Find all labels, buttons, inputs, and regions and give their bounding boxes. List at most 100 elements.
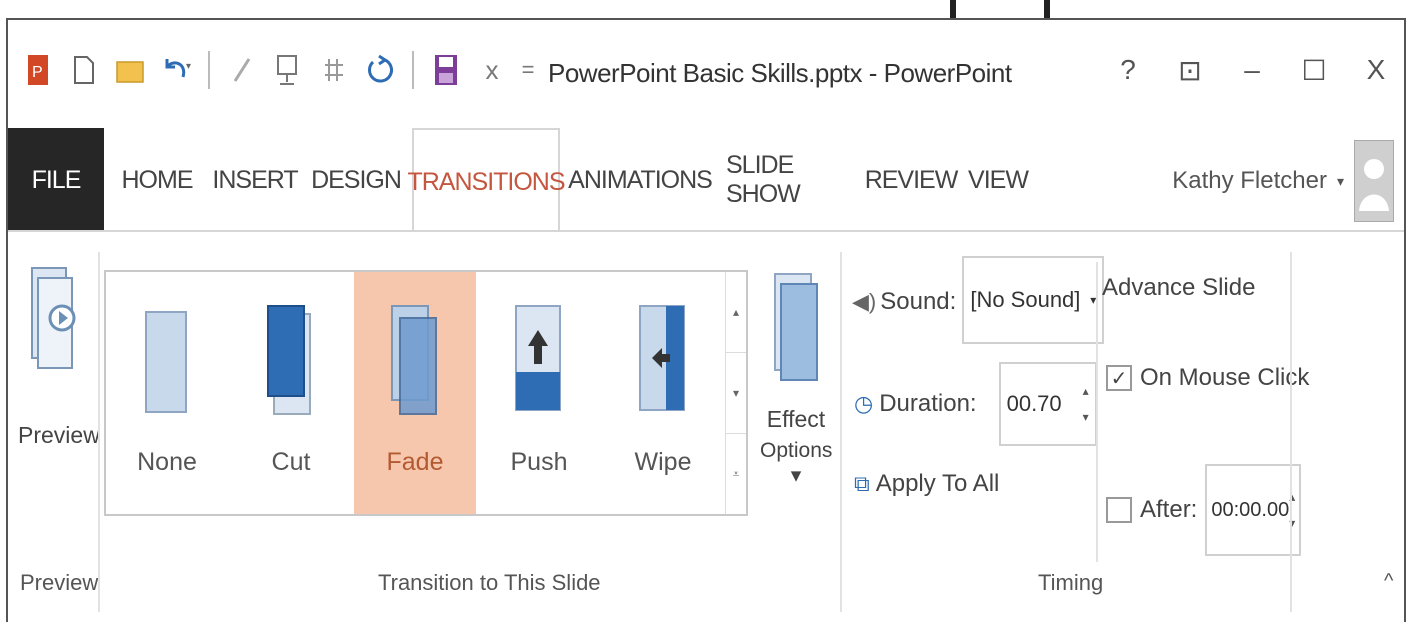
quick-access-toolbar: P ▾ x =	[18, 48, 538, 92]
tab-slide-show[interactable]: SLIDE SHOW	[726, 128, 848, 232]
transition-label: Push	[510, 448, 568, 476]
after-value: 00:00.00	[1211, 498, 1290, 521]
title-bar: P ▾ x = PowerPoint Basic Skills.pptx - P…	[8, 20, 1404, 118]
checkbox-checked-icon: ✓	[1106, 365, 1132, 391]
window-controls: ? ⊡ – ☐ X	[1110, 50, 1394, 90]
tab-home[interactable]: HOME	[122, 128, 194, 232]
transition-label: None	[137, 448, 197, 476]
help-icon[interactable]: ?	[1110, 50, 1146, 90]
tab-view[interactable]: VIEW	[968, 128, 1029, 232]
preview-label: Preview	[18, 422, 100, 448]
user-name: Kathy Fletcher	[1172, 167, 1327, 194]
user-account[interactable]: Kathy Fletcher ▾	[1172, 140, 1394, 222]
speaker-icon: ◀)	[852, 289, 877, 314]
group-separator	[840, 252, 842, 612]
tab-insert[interactable]: INSERT	[212, 128, 298, 232]
group-separator	[98, 252, 100, 612]
on-mouse-click-label: On Mouse Click	[1140, 364, 1310, 391]
customize-icon[interactable]: =	[518, 48, 538, 92]
clock-icon: ◷	[854, 391, 874, 416]
after-input[interactable]: 00:00.00 ▴ ▾	[1205, 464, 1302, 556]
svg-text:▾: ▾	[186, 61, 191, 72]
apply-to-all-button[interactable]: ⧉ Apply To All	[854, 470, 999, 498]
group-label-transition: Transition to This Slide	[378, 570, 601, 595]
apply-all-icon: ⧉	[854, 471, 870, 496]
transition-label: Fade	[386, 448, 444, 476]
duration-label: Duration:	[879, 390, 977, 417]
gallery-scroll-down-icon[interactable]: ▾	[726, 353, 746, 434]
duration-spinner[interactable]: ▴ ▾	[1083, 384, 1089, 424]
powerpoint-logo-icon[interactable]: P	[18, 48, 58, 92]
gallery-more-icon[interactable]: ⩡	[726, 434, 746, 514]
tab-file[interactable]: FILE	[8, 128, 104, 232]
top-mark	[950, 0, 956, 18]
avatar	[1354, 140, 1394, 222]
svg-text:P: P	[32, 64, 43, 81]
after-label: After:	[1140, 496, 1198, 523]
close-icon[interactable]: X	[1358, 50, 1394, 90]
none-thumbnail-icon	[145, 311, 187, 413]
transition-push[interactable]: Push	[478, 272, 600, 514]
preview-icon	[31, 267, 76, 369]
transition-none[interactable]: None	[106, 272, 228, 514]
document-title: PowerPoint Basic Skills.pptx - PowerPoin…	[548, 58, 1012, 88]
group-label-preview: Preview	[20, 570, 99, 595]
duration-value: 00.70	[1006, 391, 1062, 416]
undo-icon[interactable]: ▾	[156, 48, 196, 92]
close-doc-icon[interactable]: x	[472, 48, 512, 92]
group-separator	[1096, 262, 1098, 562]
effect-options-button[interactable]: Effect Options ▾	[760, 272, 832, 488]
wipe-thumbnail-icon	[639, 305, 685, 411]
transition-gallery: None Cut Fade Push Wipe ▴ ▾ ⩡	[104, 270, 748, 516]
gallery-scroll-up-icon[interactable]: ▴	[726, 272, 746, 353]
top-mark	[1044, 0, 1050, 18]
duration-row: ◷ Duration: 00.70 ▴ ▾	[854, 362, 1097, 446]
transition-label: Cut	[271, 448, 311, 476]
top-strip	[0, 0, 1412, 18]
save-icon[interactable]	[426, 48, 466, 92]
effect-options-icon	[774, 273, 818, 381]
apply-to-all-label: Apply To All	[875, 470, 1000, 497]
transition-cut[interactable]: Cut	[230, 272, 352, 514]
ribbon-display-icon[interactable]: ⊡	[1172, 50, 1208, 90]
after-row: After: 00:00.00 ▴ ▾	[1106, 464, 1302, 556]
tab-animations[interactable]: ANIMATIONS	[568, 128, 713, 232]
minimize-icon[interactable]: –	[1234, 50, 1270, 90]
after-checkbox[interactable]	[1106, 497, 1132, 523]
powerpoint-window: P ▾ x = PowerPoint Basic Skills.pptx - P…	[6, 18, 1406, 624]
sound-dropdown[interactable]: [No Sound] ▾	[962, 256, 1105, 344]
qat-separator	[412, 51, 414, 89]
qat-separator	[208, 51, 210, 89]
push-thumbnail-icon	[515, 305, 561, 411]
collapse-ribbon-icon[interactable]: ^	[1384, 570, 1393, 593]
tab-review[interactable]: REVIEW	[865, 128, 959, 232]
sound-row: ◀) Sound: [No Sound] ▾	[852, 256, 1105, 344]
tab-design[interactable]: DESIGN	[311, 128, 402, 232]
cut-thumbnail-icon	[267, 305, 311, 415]
sound-label: Sound:	[880, 288, 957, 315]
transition-label: Wipe	[634, 448, 692, 476]
fade-thumbnail-icon	[391, 305, 437, 415]
group-separator	[1290, 252, 1292, 612]
chevron-down-icon: ▾	[1336, 172, 1344, 189]
pin-icon[interactable]	[314, 48, 354, 92]
group-label-timing: Timing	[1038, 570, 1104, 595]
redo-icon[interactable]	[360, 48, 400, 92]
sound-value: [No Sound]	[970, 287, 1081, 312]
ribbon-transitions: Preview Preview None Cut Fade Push Wipe …	[8, 230, 1404, 624]
open-icon[interactable]	[110, 48, 150, 92]
gallery-scroller: ▴ ▾ ⩡	[725, 272, 746, 514]
on-mouse-click-checkbox[interactable]: ✓ On Mouse Click	[1106, 364, 1309, 392]
effect-options-label-line2: Options ▾	[760, 439, 833, 487]
maximize-icon[interactable]: ☐	[1296, 50, 1332, 90]
pen-icon[interactable]	[222, 48, 262, 92]
transition-fade[interactable]: Fade	[354, 272, 476, 514]
transition-wipe[interactable]: Wipe	[602, 272, 724, 514]
advance-slide-title: Advance Slide	[1102, 274, 1256, 301]
new-icon[interactable]	[64, 48, 104, 92]
tab-transitions[interactable]: TRANSITIONS	[407, 128, 566, 234]
present-icon[interactable]	[268, 48, 308, 92]
preview-button[interactable]: Preview	[18, 264, 100, 449]
effect-options-label-line1: Effect	[766, 406, 826, 432]
duration-input[interactable]: 00.70 ▴ ▾	[998, 362, 1097, 446]
